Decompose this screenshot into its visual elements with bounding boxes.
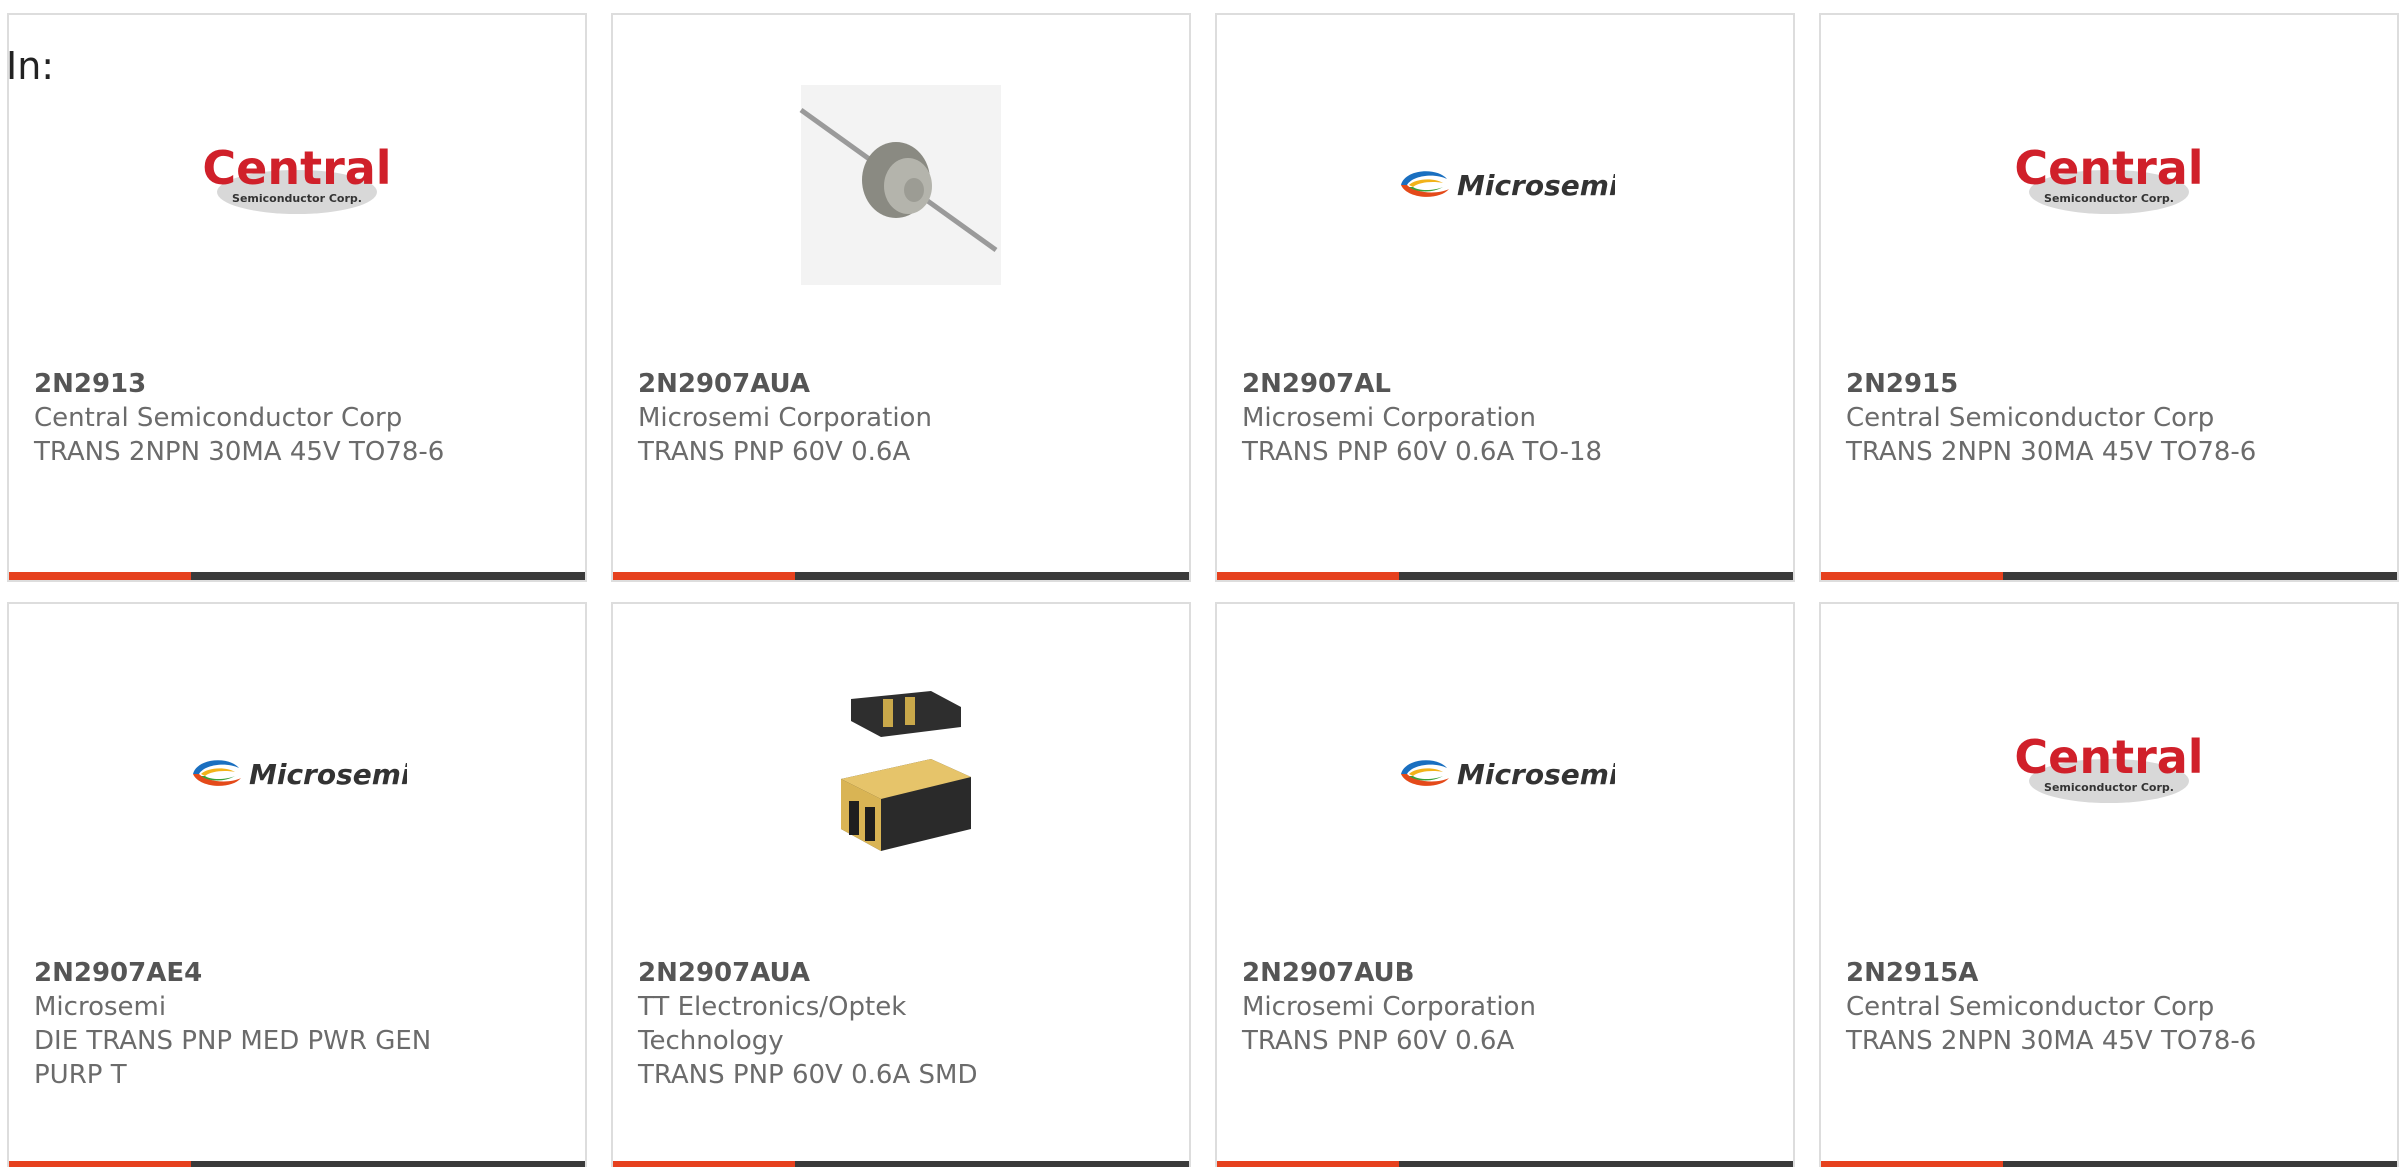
card-accent-bar xyxy=(9,572,191,580)
central-logo: Central Semiconductor Corp. xyxy=(202,141,392,214)
axial-component-image xyxy=(799,85,1001,285)
product-card[interactable]: Central Semiconductor Corp. 2N2915 Centr… xyxy=(1819,13,2399,582)
manufacturer: Microsemi xyxy=(34,992,167,1022)
card-bottom-bar xyxy=(1217,572,1793,580)
product-image xyxy=(613,75,1189,295)
card-bottom-bar xyxy=(1821,1161,2397,1167)
card-bottom-bar xyxy=(613,1161,1189,1167)
card-accent-bar xyxy=(1217,572,1399,580)
description: TRANS 2NPN 30MA 45V TO78-6 xyxy=(34,437,445,467)
part-number[interactable]: 2N2907AE4 xyxy=(34,956,454,990)
central-logo: Central Semiconductor Corp. xyxy=(2014,141,2204,214)
part-number[interactable]: 2N2907AL xyxy=(1242,367,1662,401)
part-number[interactable]: 2N2907AUA xyxy=(638,367,1058,401)
svg-text:Microsemi: Microsemi xyxy=(1457,758,1615,791)
product-card[interactable]: Microsemi 2N2907AL Microsemi Corporation… xyxy=(1215,13,1795,582)
part-number[interactable]: 2N2907AUB xyxy=(1242,956,1662,990)
card-bottom-bar xyxy=(613,572,1189,580)
microsemi-logo: Microsemi xyxy=(1401,758,1615,791)
card-accent-bar xyxy=(613,572,795,580)
svg-text:Semiconductor Corp.: Semiconductor Corp. xyxy=(2044,192,2174,205)
manufacturer: Central Semiconductor Corp xyxy=(1846,403,2215,433)
product-info: 2N2907AL Microsemi Corporation TRANS PNP… xyxy=(1242,367,1662,469)
product-image xyxy=(613,664,1189,884)
svg-text:Central: Central xyxy=(2014,141,2203,195)
product-image: Central Semiconductor Corp. xyxy=(1821,75,2397,295)
svg-text:Central: Central xyxy=(202,141,391,195)
card-accent-bar xyxy=(1821,1161,2003,1167)
svg-text:Semiconductor Corp.: Semiconductor Corp. xyxy=(2044,781,2174,794)
svg-text:Microsemi: Microsemi xyxy=(1457,169,1615,202)
smd-component-image xyxy=(841,691,971,851)
manufacturer: Microsemi Corporation xyxy=(1242,403,1536,433)
product-card[interactable]: 2N2907AUA TT Electronics/Optek Technolog… xyxy=(611,602,1191,1167)
svg-text:Microsemi: Microsemi xyxy=(249,758,407,791)
product-card[interactable]: Central Semiconductor Corp. 2N2913 Centr… xyxy=(7,13,587,582)
card-bottom-bar xyxy=(1217,1161,1793,1167)
card-bottom-bar xyxy=(1821,572,2397,580)
product-info: 2N2915A Central Semiconductor Corp TRANS… xyxy=(1846,956,2266,1058)
svg-text:Central: Central xyxy=(2014,730,2203,784)
description: TRANS 2NPN 30MA 45V TO78-6 xyxy=(1846,437,2257,467)
description: DIE TRANS PNP MED PWR GEN PURP T xyxy=(34,1026,432,1090)
card-accent-bar xyxy=(9,1161,191,1167)
product-image: Microsemi xyxy=(1217,664,1793,884)
description: TRANS PNP 60V 0.6A xyxy=(1242,1026,1515,1056)
product-image: Microsemi xyxy=(9,664,585,884)
central-logo: Central Semiconductor Corp. xyxy=(2014,730,2204,803)
card-accent-bar xyxy=(1217,1161,1399,1167)
svg-text:Semiconductor Corp.: Semiconductor Corp. xyxy=(232,192,362,205)
filter-in-label: In: xyxy=(6,44,55,88)
product-card[interactable]: Central Semiconductor Corp. 2N2915A Cent… xyxy=(1819,602,2399,1167)
product-info: 2N2913 Central Semiconductor Corp TRANS … xyxy=(34,367,454,469)
card-accent-bar xyxy=(613,1161,795,1167)
card-bottom-bar xyxy=(9,572,585,580)
card-bottom-bar xyxy=(9,1161,585,1167)
microsemi-logo: Microsemi xyxy=(193,758,407,791)
manufacturer: Central Semiconductor Corp xyxy=(1846,992,2215,1022)
product-card[interactable]: Microsemi 2N2907AUB Microsemi Corporatio… xyxy=(1215,602,1795,1167)
product-info: 2N2907AE4 Microsemi DIE TRANS PNP MED PW… xyxy=(34,956,454,1092)
product-card[interactable]: 2N2907AUA Microsemi Corporation TRANS PN… xyxy=(611,13,1191,582)
product-image: Central Semiconductor Corp. xyxy=(1821,664,2397,884)
manufacturer: Microsemi Corporation xyxy=(638,403,932,433)
part-number[interactable]: 2N2915 xyxy=(1846,367,2266,401)
description: TRANS PNP 60V 0.6A SMD xyxy=(638,1060,978,1090)
product-info: 2N2907AUA Microsemi Corporation TRANS PN… xyxy=(638,367,1058,469)
product-info: 2N2907AUA TT Electronics/Optek Technolog… xyxy=(638,956,1058,1092)
description: TRANS PNP 60V 0.6A TO-18 xyxy=(1242,437,1603,467)
product-card[interactable]: Microsemi 2N2907AE4 Microsemi DIE TRANS … xyxy=(7,602,587,1167)
part-number[interactable]: 2N2907AUA xyxy=(638,956,1058,990)
microsemi-logo: Microsemi xyxy=(1401,169,1615,202)
manufacturer: Microsemi Corporation xyxy=(1242,992,1536,1022)
description: TRANS 2NPN 30MA 45V TO78-6 xyxy=(1846,1026,2257,1056)
product-image: Microsemi xyxy=(1217,75,1793,295)
part-number[interactable]: 2N2913 xyxy=(34,367,454,401)
product-image: Central Semiconductor Corp. xyxy=(9,75,585,295)
product-info: 2N2915 Central Semiconductor Corp TRANS … xyxy=(1846,367,2266,469)
card-accent-bar xyxy=(1821,572,2003,580)
product-info: 2N2907AUB Microsemi Corporation TRANS PN… xyxy=(1242,956,1662,1058)
manufacturer: Central Semiconductor Corp xyxy=(34,403,403,433)
product-grid-page: In: Central Semiconductor Corp. 2N2913 C… xyxy=(0,0,2400,1167)
part-number[interactable]: 2N2915A xyxy=(1846,956,2266,990)
manufacturer: TT Electronics/Optek Technology xyxy=(638,992,907,1056)
description: TRANS PNP 60V 0.6A xyxy=(638,437,911,467)
